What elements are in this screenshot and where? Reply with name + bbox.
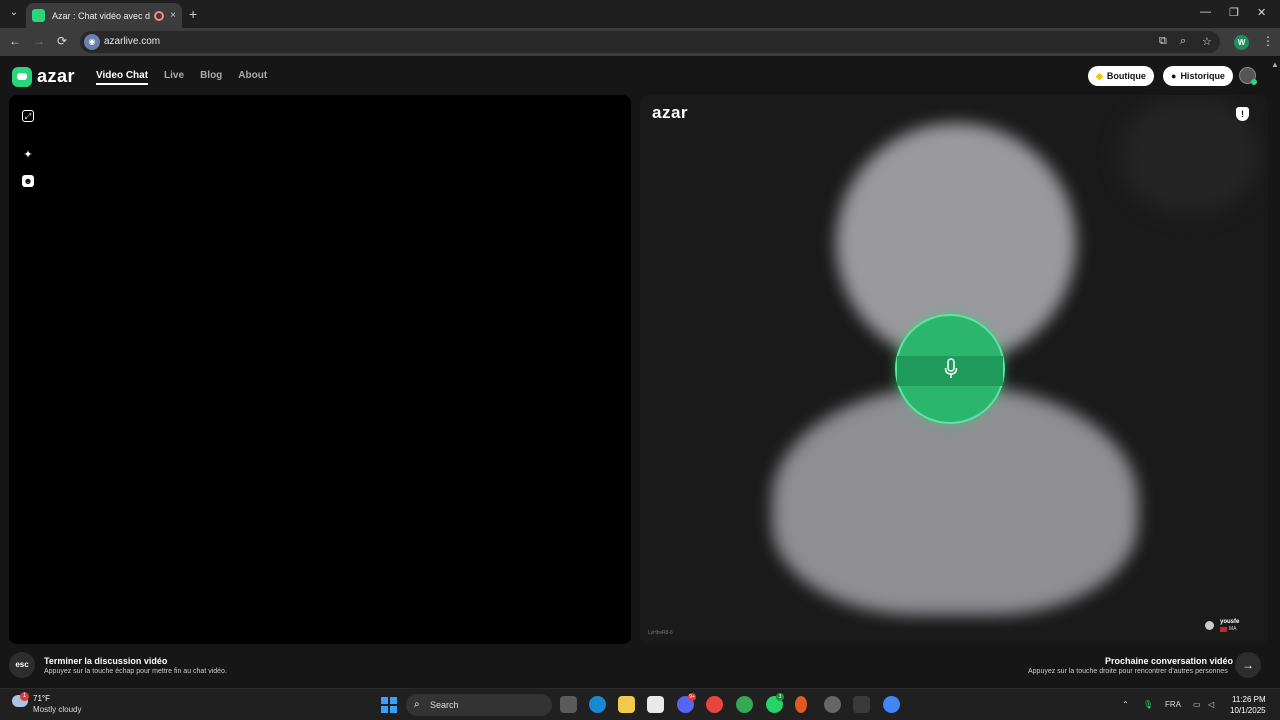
- search-icon: ⌕: [414, 699, 420, 710]
- nav-blog[interactable]: Blog: [200, 70, 222, 85]
- bookmark-star-icon[interactable]: ☆: [1202, 35, 1212, 48]
- zoom-icon[interactable]: ⌕: [1180, 35, 1186, 48]
- new-tab-button[interactable]: +: [189, 6, 197, 22]
- azar-favicon-icon: [32, 9, 45, 22]
- forward-button[interactable]: →: [33, 34, 45, 48]
- nav-live[interactable]: Live: [164, 70, 184, 85]
- edge-icon[interactable]: [589, 696, 606, 713]
- recording-indicator-icon: [154, 10, 165, 21]
- restore-button[interactable]: ❐: [1229, 6, 1239, 19]
- azar-logo-icon: [12, 66, 32, 87]
- history-label: Historique: [1180, 71, 1225, 81]
- partner-country-code: MA: [1229, 626, 1237, 632]
- azar-page: azar Video Chat Live Blog About ◆ Boutiq…: [0, 56, 1280, 688]
- partner-avatar-icon: [1205, 620, 1214, 630]
- chrome-icon[interactable]: [706, 696, 723, 713]
- mask-face-icon[interactable]: ☻: [22, 175, 34, 187]
- expand-icon[interactable]: ⤢: [22, 110, 34, 122]
- chrome-profile-icon[interactable]: [736, 696, 753, 713]
- next-chat-button[interactable]: →: [1235, 652, 1261, 678]
- history-button[interactable]: ● Historique: [1163, 66, 1233, 86]
- taskbar-search[interactable]: ⌕ Search: [406, 694, 552, 716]
- nav-video-chat[interactable]: Video Chat: [96, 70, 149, 85]
- site-info-icon[interactable]: ◉: [84, 34, 100, 50]
- tray-overflow-icon[interactable]: ⌃: [1122, 700, 1129, 709]
- file-explorer-icon[interactable]: [618, 696, 635, 713]
- reload-button[interactable]: ⟳: [57, 34, 67, 48]
- volume-icon[interactable]: ◁: [1208, 700, 1214, 709]
- azar-logo[interactable]: azar: [12, 66, 75, 87]
- next-chat-title: Prochaine conversation vidéo: [1105, 656, 1234, 666]
- minimize-button[interactable]: —: [1200, 6, 1211, 18]
- weather-condition[interactable]: Mostly cloudy: [33, 705, 81, 714]
- profile-avatar[interactable]: W: [1234, 35, 1249, 50]
- tab-title: Azar : Chat vidéo avec de n: [52, 10, 151, 21]
- browser-menu-icon[interactable]: ⋮: [1262, 34, 1274, 48]
- browser-tab[interactable]: Azar : Chat vidéo avec de n ×: [26, 3, 182, 28]
- task-view-icon[interactable]: [560, 696, 577, 713]
- tab-close-icon[interactable]: ×: [170, 10, 176, 21]
- partner-tag[interactable]: yousfe MA: [1205, 615, 1255, 635]
- sparkle-effects-icon[interactable]: ✦: [22, 149, 34, 161]
- recorder-icon[interactable]: [795, 696, 807, 713]
- local-video-panel: ⤢ ✦ ☻: [9, 95, 631, 644]
- windows-taskbar: 1 71°F Mostly cloudy ⌕ Search 9+ 3 ⌃ 🎙 F…: [0, 688, 1280, 720]
- main-nav: Video Chat Live Blog About: [96, 70, 267, 85]
- clock-icon: ●: [1171, 71, 1177, 81]
- store-icon[interactable]: [647, 696, 664, 713]
- clock-date[interactable]: 10/1/2025: [1230, 706, 1266, 715]
- clock-time[interactable]: 11:26 PM: [1232, 695, 1266, 704]
- speedtest-icon[interactable]: [824, 696, 841, 713]
- remote-video-panel: azar ! LyHbvR8-6 yousfe MA: [640, 95, 1268, 644]
- esc-key-button[interactable]: esc: [9, 652, 35, 678]
- video-watermark: azar: [652, 103, 689, 122]
- partner-country: MA: [1220, 626, 1239, 632]
- scroll-up-icon[interactable]: ▲: [1271, 60, 1279, 69]
- microphone-indicator: [895, 314, 1005, 424]
- discord-badge: 9+: [688, 693, 696, 701]
- report-shield-icon[interactable]: !: [1236, 107, 1249, 121]
- browser-toolbar: ← → ⟳ ◉ azarlive.com ⧉ ⌕ ☆: [0, 28, 1280, 56]
- match-id: LyHbvR8-6: [648, 630, 673, 636]
- windows-start-icon[interactable]: [381, 697, 397, 713]
- browser-tab-strip: ⌄ Azar : Chat vidéo avec de n × + — ❐ ✕: [0, 0, 1280, 28]
- address-bar[interactable]: ◉ azarlive.com ⧉ ⌕ ☆: [80, 31, 1220, 53]
- end-chat-hint: Appuyez sur la touche échap pour mettre …: [44, 668, 227, 675]
- shop-label: Boutique: [1106, 71, 1146, 81]
- logo-text: azar: [37, 66, 76, 86]
- network-icon[interactable]: ▭: [1193, 700, 1201, 709]
- whatsapp-badge: 3: [776, 693, 784, 701]
- end-chat-title: Terminer la discussion vidéo: [44, 656, 168, 666]
- gem-icon: ◆: [1096, 70, 1103, 81]
- microphone-icon: [944, 358, 958, 378]
- chrome-active-icon[interactable]: [883, 696, 900, 713]
- flag-icon: [1220, 626, 1227, 632]
- url-text: azarlive.com: [104, 36, 161, 47]
- terminal-icon[interactable]: [853, 696, 870, 713]
- mic-tray-icon[interactable]: 🎙: [1143, 700, 1153, 709]
- temperature[interactable]: 71°F: [33, 694, 50, 703]
- back-button[interactable]: ←: [9, 34, 21, 48]
- tab-search-icon[interactable]: ⌄: [6, 5, 22, 21]
- close-window-button[interactable]: ✕: [1257, 6, 1266, 19]
- partner-name: yousfe: [1220, 619, 1240, 625]
- weather-badge: 1: [20, 692, 29, 701]
- shop-button[interactable]: ◆ Boutique: [1088, 66, 1154, 86]
- cast-icon[interactable]: ⧉: [1159, 35, 1167, 48]
- language-indicator[interactable]: FRA: [1165, 700, 1181, 709]
- user-avatar[interactable]: [1239, 67, 1257, 85]
- nav-about[interactable]: About: [238, 70, 267, 85]
- search-label: Search: [430, 700, 459, 710]
- next-chat-hint: Appuyez sur la touche droite pour rencon…: [1028, 668, 1228, 675]
